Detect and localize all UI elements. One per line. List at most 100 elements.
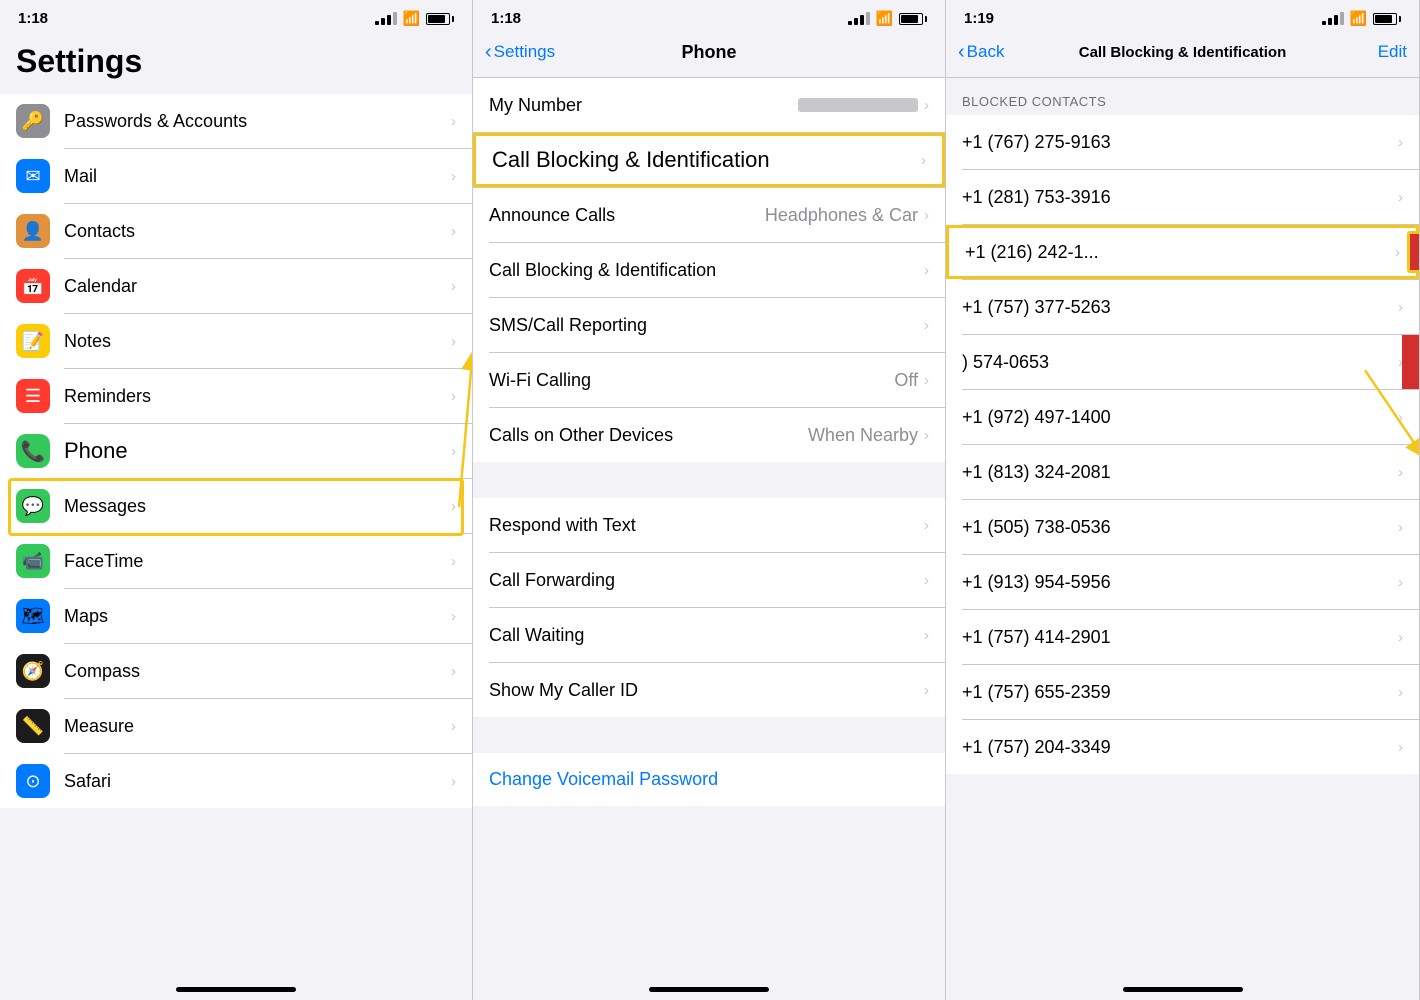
contact-item-1[interactable]: +1 (767) 275-9163 › xyxy=(946,115,1419,169)
contact-item-11[interactable]: +1 (757) 655-2359 › xyxy=(946,665,1419,719)
contact-number-11: +1 (757) 655-2359 xyxy=(962,682,1398,703)
blocked-contacts-header: BLOCKED CONTACTS xyxy=(946,78,1419,115)
callwait-chevron: › xyxy=(924,627,929,644)
phone-item-callblocking2[interactable]: Call Blocking & Identification › xyxy=(473,243,945,297)
settings-item-notes[interactable]: 📝 Notes › xyxy=(0,314,472,368)
phone-item-mynumber[interactable]: My Number › xyxy=(473,78,945,132)
reminders-label: Reminders xyxy=(64,386,451,407)
announcecalls-label: Announce Calls xyxy=(489,205,765,226)
calendar-icon-bg: 📅 xyxy=(16,269,50,303)
panel-blocking: 1:19 📶 ‹ Back Call Blocking & Identifica… xyxy=(946,0,1420,1000)
phone-item-callerid[interactable]: Show My Caller ID › xyxy=(473,663,945,717)
phone-item-smscall[interactable]: SMS/Call Reporting › xyxy=(473,298,945,352)
reminders-icon: ☰ xyxy=(25,386,41,407)
contact-item-12[interactable]: +1 (757) 204-3349 › xyxy=(946,720,1419,774)
contacts-chevron: › xyxy=(451,223,456,240)
wifi-icon-p3: 📶 xyxy=(1350,10,1367,27)
bar2 xyxy=(381,18,385,25)
mail-icon: ✉ xyxy=(25,166,40,187)
contact-item-2[interactable]: +1 (281) 753-3916 › xyxy=(946,170,1419,224)
compass-icon: 🧭 xyxy=(22,661,44,682)
settings-item-phone[interactable]: 📞 Phone › xyxy=(0,424,472,478)
measure-label: Measure xyxy=(64,716,451,737)
contact-chevron-12: › xyxy=(1398,739,1403,756)
nav-back-p3[interactable]: ‹ Back xyxy=(958,41,1004,64)
settings-item-contacts[interactable]: 👤 Contacts › xyxy=(0,204,472,258)
settings-item-calendar[interactable]: 📅 Calendar › xyxy=(0,259,472,313)
settings-item-mail[interactable]: ✉ Mail › xyxy=(0,149,472,203)
battery-p1 xyxy=(426,13,454,25)
contact-number-1: +1 (767) 275-9163 xyxy=(962,132,1398,153)
bar1 xyxy=(375,21,379,25)
maps-icon: 🗺 xyxy=(22,606,45,627)
settings-item-compass[interactable]: 🧭 Compass › xyxy=(0,644,472,698)
contact-chevron-11: › xyxy=(1398,684,1403,701)
phone-item-announcecalls[interactable]: Announce Calls Headphones & Car › xyxy=(473,188,945,242)
measure-icon: 📏 xyxy=(22,716,44,737)
measure-icon-bg: 📏 xyxy=(16,709,50,743)
respondtext-label: Respond with Text xyxy=(489,515,924,536)
contact-number-2: +1 (281) 753-3916 xyxy=(962,187,1398,208)
callwait-label: Call Waiting xyxy=(489,625,924,646)
contact-item-3[interactable]: +1 (216) 242-1... › Unblock xyxy=(946,225,1419,279)
contact-item-6[interactable]: +1 (972) 497-1400 › xyxy=(946,390,1419,444)
settings-item-messages[interactable]: 💬 Messages › xyxy=(0,479,472,533)
settings-item-passwords[interactable]: 🔑 Passwords & Accounts › xyxy=(0,94,472,148)
nav-back-arrow-p3: ‹ xyxy=(958,41,965,64)
status-icons-p3: 📶 xyxy=(1322,10,1401,27)
battery-tip-p2 xyxy=(925,16,927,22)
status-icons-p1: 📶 xyxy=(375,10,454,27)
respondtext-chevron: › xyxy=(924,517,929,534)
phone-item-callsother[interactable]: Calls on Other Devices When Nearby › xyxy=(473,408,945,462)
contact-item-9[interactable]: +1 (913) 954-5956 › xyxy=(946,555,1419,609)
signal-bars-p1 xyxy=(375,12,397,25)
contact-chevron-7: › xyxy=(1398,464,1403,481)
settings-item-maps[interactable]: 🗺 Maps › xyxy=(0,589,472,643)
contact-item-7[interactable]: +1 (813) 324-2081 › xyxy=(946,445,1419,499)
signal-bars-p3 xyxy=(1322,12,1344,25)
callblocking2-chevron: › xyxy=(924,262,929,279)
bar4-p2 xyxy=(866,12,870,25)
change-voicemail-link[interactable]: Change Voicemail Password xyxy=(489,769,718,789)
status-bar-p3: 1:19 📶 xyxy=(946,0,1419,33)
nav-back-p2[interactable]: ‹ Settings xyxy=(485,41,555,64)
mail-icon-bg: ✉ xyxy=(16,159,50,193)
settings-heading: Settings xyxy=(0,33,472,94)
nav-bar-p3: ‹ Back Call Blocking & Identification Ed… xyxy=(946,33,1419,77)
settings-item-reminders[interactable]: ☰ Reminders › xyxy=(0,369,472,423)
phone-item-callwait[interactable]: Call Waiting › xyxy=(473,608,945,662)
wifi-value: Off xyxy=(894,370,918,391)
wifi-label: Wi-Fi Calling xyxy=(489,370,894,391)
phone-item-respondtext[interactable]: Respond with Text › xyxy=(473,498,945,552)
maps-label: Maps xyxy=(64,606,451,627)
measure-chevron: › xyxy=(451,718,456,735)
passwords-chevron: › xyxy=(451,113,456,130)
calendar-label: Calendar xyxy=(64,276,451,297)
status-icons-p2: 📶 xyxy=(848,10,927,27)
battery-p2 xyxy=(899,13,927,25)
reminders-icon-bg: ☰ xyxy=(16,379,50,413)
settings-item-measure[interactable]: 📏 Measure › xyxy=(0,699,472,753)
battery-tip xyxy=(452,16,454,22)
facetime-icon-bg: 📹 xyxy=(16,544,50,578)
contact-item-8[interactable]: +1 (505) 738-0536 › xyxy=(946,500,1419,554)
nav-edit-p3[interactable]: Edit xyxy=(1378,42,1407,62)
settings-item-safari[interactable]: ⊙ Safari › xyxy=(0,754,472,808)
smscall-chevron: › xyxy=(924,317,929,334)
phone-item-callforward[interactable]: Call Forwarding › xyxy=(473,553,945,607)
settings-list-container: 🔑 Passwords & Accounts › ✉ Mail › 👤 xyxy=(0,94,472,808)
passwords-icon-bg: 🔑 xyxy=(16,104,50,138)
bar3-p3 xyxy=(1334,15,1338,25)
callerid-chevron: › xyxy=(924,682,929,699)
battery-fill xyxy=(428,15,445,23)
contact-item-10[interactable]: +1 (757) 414-2901 › xyxy=(946,610,1419,664)
battery-body xyxy=(426,13,450,25)
unblock-swipe-5[interactable]: Unblock xyxy=(1402,335,1419,389)
contact-item-5[interactable]: ) 574-0653 › Unblock xyxy=(946,335,1419,389)
contact-item-4[interactable]: +1 (757) 377-5263 › xyxy=(946,280,1419,334)
phone-item-wifi[interactable]: Wi-Fi Calling Off › xyxy=(473,353,945,407)
settings-item-facetime[interactable]: 📹 FaceTime › xyxy=(0,534,472,588)
unblock-box-3[interactable]: Unblock xyxy=(1407,231,1419,273)
contacts-label: Contacts xyxy=(64,221,451,242)
phone-item-callblocking-highlighted[interactable]: Call Blocking & Identification › xyxy=(473,133,945,187)
